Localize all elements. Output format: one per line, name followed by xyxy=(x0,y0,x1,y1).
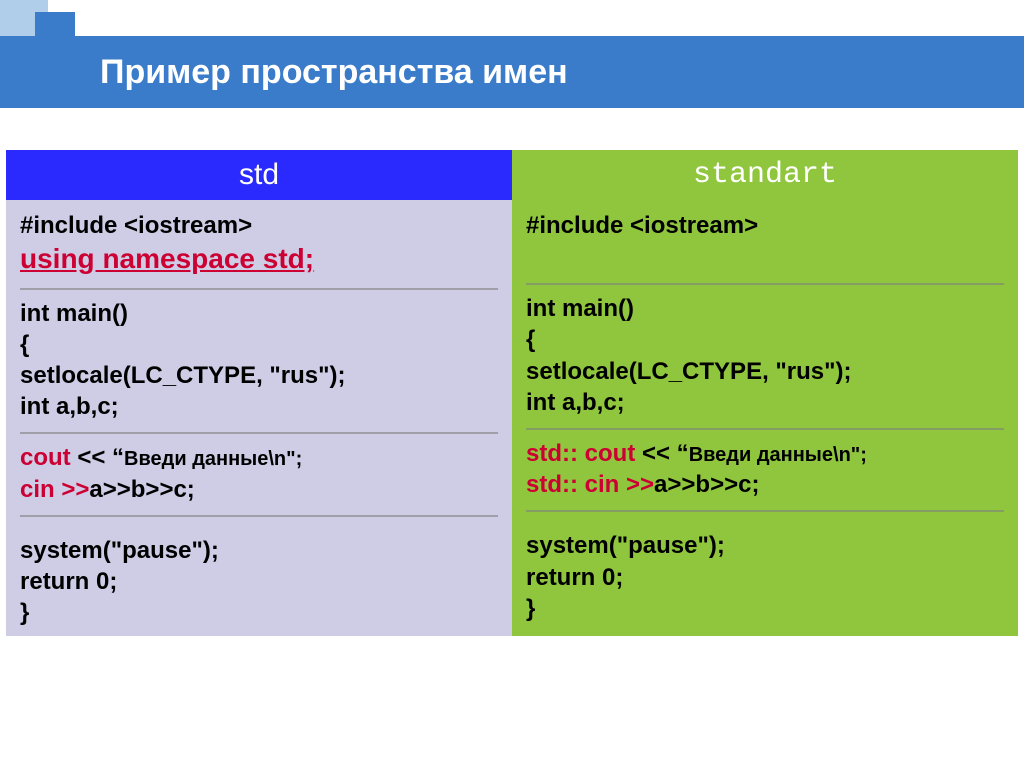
cout-keyword: cout xyxy=(20,444,71,471)
code-line: int main() xyxy=(20,298,498,329)
code-text: >> xyxy=(55,476,90,503)
section-divider xyxy=(526,510,1004,512)
code-line: return 0; xyxy=(526,562,1004,593)
code-text: << “ xyxy=(71,444,124,471)
code-line-cout: cout << “Введи данные\n"; xyxy=(20,442,498,473)
code-line-cin: cin >>a>>b>>c; xyxy=(20,474,498,505)
comparison-table: std standart #include <iostream> using n… xyxy=(6,150,1018,636)
code-line-cout: std:: cout << “Введи данные\n"; xyxy=(526,438,1004,469)
code-line: { xyxy=(526,324,1004,355)
code-line: system("pause"); xyxy=(20,535,498,566)
slide-title: Пример пространства имен xyxy=(100,53,568,92)
section-divider xyxy=(20,288,498,290)
code-text: a>>b>>c; xyxy=(89,476,194,503)
code-line: system("pause"); xyxy=(526,530,1004,561)
code-text: a>>b>>c; xyxy=(654,471,759,498)
code-text: << “ xyxy=(635,440,688,467)
section-divider xyxy=(526,283,1004,285)
code-line: setlocale(LC_CTYPE, "rus"); xyxy=(20,360,498,391)
std-cout-keyword: std:: cout xyxy=(526,440,635,467)
code-line: int a,b,c; xyxy=(20,391,498,422)
code-line: { xyxy=(20,329,498,360)
code-text: >> xyxy=(619,471,654,498)
title-bar: Пример пространства имен xyxy=(0,36,1024,108)
code-cell-standart: #include <iostream> int main() { setloca… xyxy=(512,200,1018,636)
code-line-using-namespace: using namespace std; xyxy=(20,241,498,277)
section-divider xyxy=(20,515,498,517)
code-line: int main() xyxy=(526,293,1004,324)
code-line: } xyxy=(526,593,1004,624)
column-header-std: std xyxy=(6,150,512,200)
code-line: #include <iostream> xyxy=(526,210,1004,241)
code-line: setlocale(LC_CTYPE, "rus"); xyxy=(526,356,1004,387)
code-line: #include <iostream> xyxy=(20,210,498,241)
code-line: } xyxy=(20,597,498,628)
content-area: std standart #include <iostream> using n… xyxy=(0,120,1024,636)
code-line-cin: std:: cin >>a>>b>>c; xyxy=(526,469,1004,500)
code-line: int a,b,c; xyxy=(526,387,1004,418)
slide-header: Пример пространства имен xyxy=(0,0,1024,120)
code-cell-std: #include <iostream> using namespace std;… xyxy=(6,200,512,636)
code-text: Введи данные\n"; xyxy=(124,448,302,470)
section-divider xyxy=(526,428,1004,430)
section-divider xyxy=(20,432,498,434)
code-line: return 0; xyxy=(20,566,498,597)
code-text: Введи данные\n"; xyxy=(689,444,867,466)
column-header-standart: standart xyxy=(512,150,1018,200)
std-cin-keyword: std:: cin xyxy=(526,471,619,498)
cin-keyword: cin xyxy=(20,476,55,503)
